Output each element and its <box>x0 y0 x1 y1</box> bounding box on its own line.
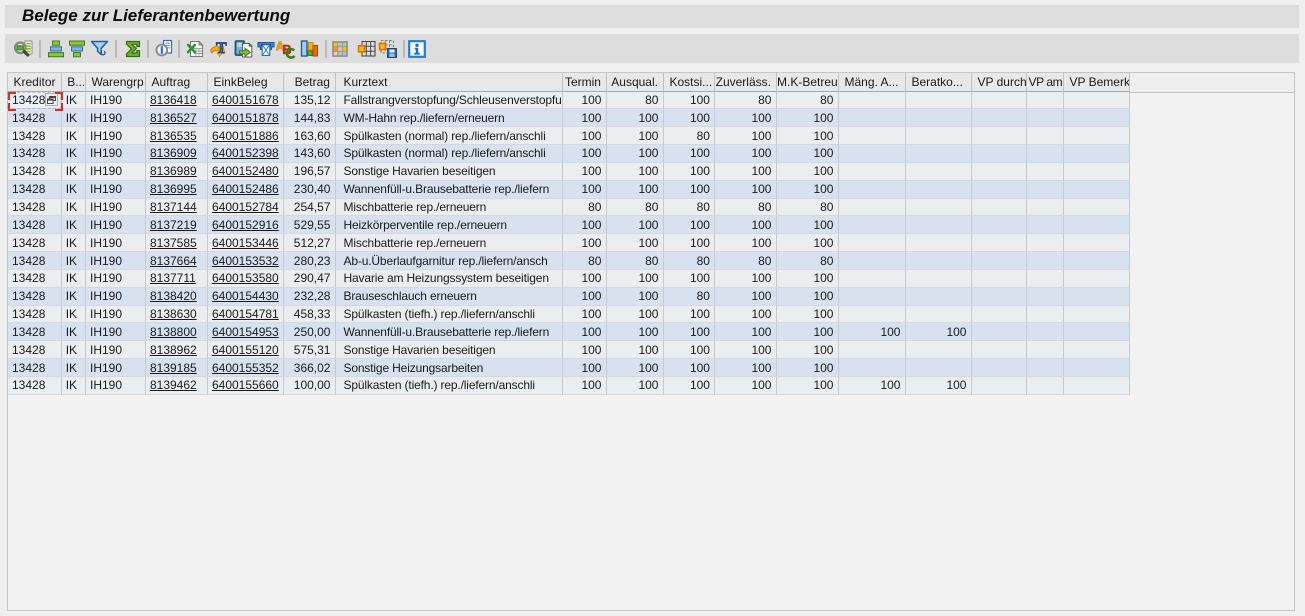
svg-text:T: T <box>216 40 227 57</box>
